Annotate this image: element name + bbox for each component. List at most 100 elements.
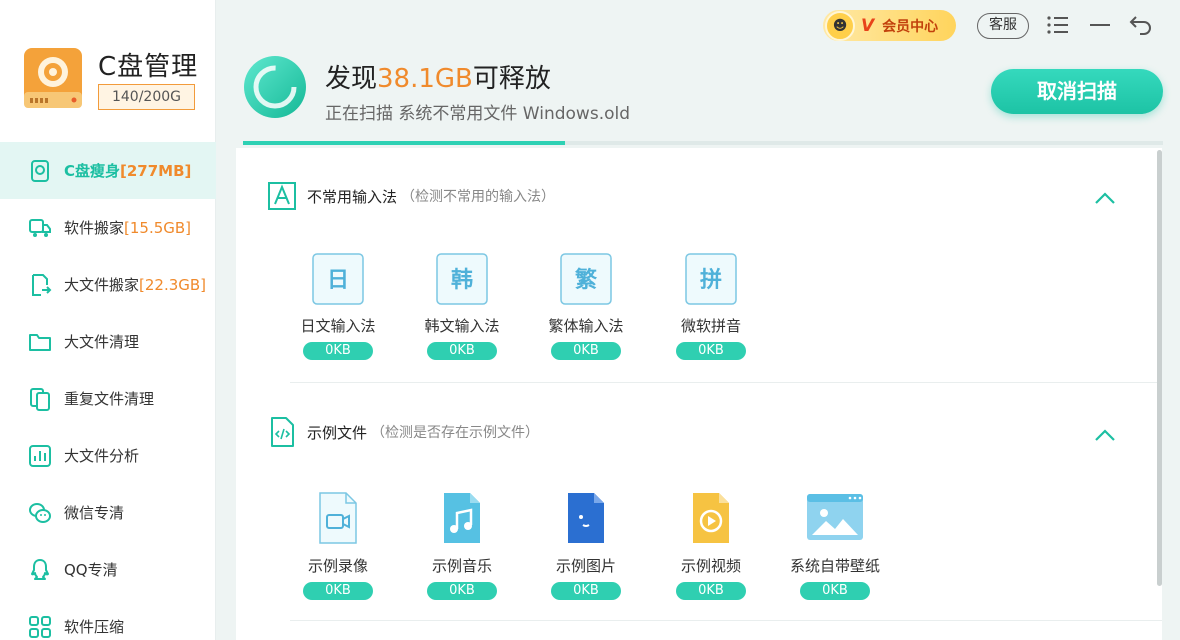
item-label: 示例音乐 bbox=[431, 557, 492, 575]
sidebar-item-label: 大文件搬家[22.3GB] bbox=[64, 276, 207, 294]
item-size-badge: 0KB bbox=[551, 342, 621, 360]
section-divider bbox=[290, 382, 1162, 383]
hard-disk-icon bbox=[24, 48, 82, 108]
item-label: 韩文输入法 bbox=[424, 317, 500, 335]
file-move-icon bbox=[32, 273, 52, 296]
image-file-icon bbox=[568, 493, 604, 543]
sidebar-item-software-move[interactable]: 软件搬家[15.5GB] bbox=[0, 199, 216, 256]
video-file-icon bbox=[319, 492, 357, 544]
ime-glyph-icon: 日 bbox=[312, 253, 364, 305]
vip-label: 会员中心 bbox=[882, 18, 939, 35]
sidebar-item-label: 重复文件清理 bbox=[64, 390, 155, 408]
code-file-icon bbox=[271, 417, 294, 447]
item-traditional-ime[interactable]: 繁 繁体输入法 0KB bbox=[531, 253, 641, 360]
sidebar-item-large-file-analysis[interactable]: 大文件分析 bbox=[0, 427, 216, 484]
folder-icon bbox=[29, 333, 51, 351]
wallpaper-icon bbox=[807, 494, 863, 540]
section-title: 不常用输入法 bbox=[307, 187, 398, 206]
sidebar-item-large-file-move[interactable]: 大文件搬家[22.3GB] bbox=[0, 256, 216, 313]
sidebar-item-duplicate-clean[interactable]: 重复文件清理 bbox=[0, 370, 216, 427]
sidebar-item-qq-clean[interactable]: QQ专清 bbox=[0, 541, 216, 598]
scan-status: 正在扫描 系统不常用文件 Windows.old bbox=[325, 104, 631, 124]
vip-mark: V bbox=[861, 15, 875, 36]
item-microsoft-pinyin[interactable]: 拼 微软拼音 0KB bbox=[656, 253, 766, 360]
section-desc: （检测是否存在示例文件） bbox=[371, 425, 540, 441]
item-sample-music[interactable]: 示例音乐 0KB bbox=[407, 491, 517, 600]
item-system-wallpaper[interactable]: 系统自带壁纸 0KB bbox=[780, 491, 890, 600]
minimize-icon[interactable] bbox=[1087, 12, 1113, 38]
sidebar-item-large-file-clean[interactable]: 大文件清理 bbox=[0, 313, 216, 370]
menu-icon[interactable] bbox=[1045, 12, 1071, 38]
item-size-badge: 0KB bbox=[303, 342, 373, 360]
grid-icon bbox=[29, 615, 51, 638]
sidebar-item-software-compress[interactable]: 软件压缩 bbox=[0, 598, 216, 640]
letter-a-icon bbox=[268, 182, 296, 210]
svg-text:繁: 繁 bbox=[575, 267, 598, 293]
sidebar-item-label: QQ专清 bbox=[64, 561, 118, 579]
item-label: 系统自带壁纸 bbox=[789, 557, 880, 575]
item-label: 微软拼音 bbox=[680, 317, 741, 335]
sidebar-item-label: 软件搬家[15.5GB] bbox=[64, 219, 192, 237]
item-size-badge: 0KB bbox=[427, 342, 497, 360]
sidebar: C盘管理 140/200G C盘瘦身[277MB] 软件搬家[15.5GB] 大… bbox=[0, 0, 216, 640]
scan-results-panel: 不常用输入法 （检测不常用的输入法） 日 日文输入法 0KB 韩 韩文输入法 0… bbox=[236, 148, 1162, 640]
releasable-amount: 38.1GB bbox=[377, 64, 473, 94]
sidebar-item-label: 大文件分析 bbox=[64, 447, 140, 465]
vip-center-button[interactable]: ☻ V 会员中心 bbox=[823, 10, 956, 41]
svg-text:韩: 韩 bbox=[451, 267, 473, 293]
undo-icon[interactable] bbox=[1128, 12, 1154, 38]
item-sample-recording[interactable]: 示例录像 0KB bbox=[283, 491, 393, 600]
chevron-up-icon[interactable] bbox=[1094, 428, 1116, 442]
section-header[interactable]: 不常用输入法 （检测不常用的输入法） bbox=[267, 180, 555, 212]
app-title: C盘管理 bbox=[98, 52, 199, 82]
play-file-icon bbox=[693, 493, 729, 543]
sidebar-item-label: 软件压缩 bbox=[64, 618, 125, 636]
sidebar-item-label: 大文件清理 bbox=[64, 333, 140, 351]
scan-progress-bar bbox=[243, 141, 1163, 145]
item-label: 示例视频 bbox=[680, 557, 741, 575]
chevron-up-icon[interactable] bbox=[1094, 191, 1116, 205]
item-sample-video[interactable]: 示例视频 0KB bbox=[656, 491, 766, 600]
sidebar-item-c-slim[interactable]: C盘瘦身[277MB] bbox=[0, 142, 216, 199]
section-header[interactable]: 示例文件 （检测是否存在示例文件） bbox=[267, 416, 539, 448]
duplicate-file-icon bbox=[30, 387, 50, 411]
phone-clean-icon bbox=[31, 159, 49, 182]
brand: C盘管理 140/200G bbox=[22, 46, 212, 116]
item-label: 示例录像 bbox=[307, 557, 368, 575]
scan-progress-ring-icon bbox=[244, 56, 306, 118]
svg-text:日: 日 bbox=[327, 268, 349, 293]
item-size-badge: 0KB bbox=[303, 582, 373, 600]
customer-service-button[interactable]: 客服 bbox=[977, 13, 1029, 39]
item-korean-ime[interactable]: 韩 韩文输入法 0KB bbox=[407, 253, 517, 360]
music-file-icon bbox=[444, 493, 480, 543]
sidebar-nav: C盘瘦身[277MB] 软件搬家[15.5GB] 大文件搬家[22.3GB] 大… bbox=[0, 142, 216, 640]
cancel-scan-button[interactable]: 取消扫描 bbox=[991, 69, 1163, 114]
sidebar-item-wechat-clean[interactable]: 微信专清 bbox=[0, 484, 216, 541]
sidebar-item-label: C盘瘦身[277MB] bbox=[64, 162, 192, 180]
section-title: 示例文件 bbox=[307, 423, 368, 442]
qq-icon bbox=[31, 558, 49, 580]
truck-icon bbox=[29, 218, 51, 237]
item-sample-picture[interactable]: 示例图片 0KB bbox=[531, 491, 641, 600]
svg-text:拼: 拼 bbox=[700, 267, 722, 293]
sidebar-item-label: 微信专清 bbox=[64, 504, 125, 522]
item-size-badge: 0KB bbox=[427, 582, 497, 600]
ime-glyph-icon: 繁 bbox=[560, 253, 612, 305]
ime-glyph-icon: 韩 bbox=[436, 253, 488, 305]
item-label: 繁体输入法 bbox=[548, 317, 624, 335]
wechat-icon bbox=[29, 502, 51, 523]
scan-progress-fill bbox=[243, 141, 565, 145]
item-label: 日文输入法 bbox=[300, 317, 376, 335]
bar-chart-icon bbox=[29, 444, 51, 467]
item-size-badge: 0KB bbox=[676, 582, 746, 600]
ime-glyph-icon: 拼 bbox=[685, 253, 737, 305]
scan-title: 发现38.1GB可释放 bbox=[325, 64, 551, 94]
section-desc: （检测不常用的输入法） bbox=[401, 189, 556, 205]
item-label: 示例图片 bbox=[555, 557, 616, 575]
item-size-badge: 0KB bbox=[551, 582, 621, 600]
scrollbar[interactable] bbox=[1157, 150, 1162, 586]
section-divider bbox=[290, 620, 1162, 621]
vip-avatar-icon: ☻ bbox=[825, 10, 855, 41]
item-japanese-ime[interactable]: 日 日文输入法 0KB bbox=[283, 253, 393, 360]
item-size-badge: 0KB bbox=[800, 582, 870, 600]
